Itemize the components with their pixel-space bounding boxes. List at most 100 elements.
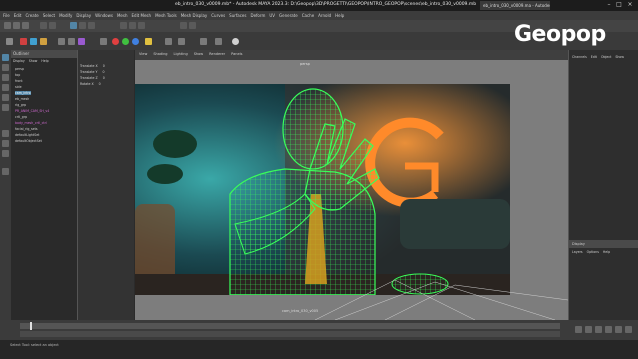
menu-select[interactable]: Select [43, 13, 55, 18]
play-backward-icon[interactable] [595, 326, 602, 333]
menu-cache[interactable]: Cache [302, 13, 314, 18]
menu-uv[interactable]: UV [269, 13, 275, 18]
viewport-menu-view[interactable]: View [139, 52, 147, 56]
channel-box-tab-channels[interactable]: Channels [572, 55, 587, 59]
channel-value[interactable]: 0 [103, 76, 105, 80]
menu-curves[interactable]: Curves [211, 13, 225, 18]
time-slider-track[interactable] [20, 323, 560, 329]
menu-mesh-display[interactable]: Mesh Display [181, 13, 208, 18]
channel-row[interactable]: Rotate X 0 [80, 82, 101, 86]
outliner-item[interactable]: rig_grp [15, 103, 26, 107]
record-icon[interactable] [112, 38, 119, 45]
select-tool-icon[interactable] [2, 54, 9, 61]
outliner-item[interactable]: persp [15, 67, 24, 71]
close-icon[interactable]: × [626, 1, 634, 9]
layers-help-menu[interactable]: Help [603, 250, 610, 254]
channel-box-tab-edit[interactable]: Edit [591, 55, 597, 59]
shelf-tool-icon[interactable] [145, 38, 152, 45]
layers-menu[interactable]: Layers [572, 250, 583, 254]
viewport-menu-lighting[interactable]: Lighting [174, 52, 188, 56]
shelf-tool-icon[interactable] [232, 38, 239, 45]
shelf-tool-icon[interactable] [200, 38, 207, 45]
lasso-tool-icon[interactable] [2, 64, 9, 71]
render-icon[interactable] [180, 22, 187, 29]
menu-edit-mesh[interactable]: Edit Mesh [132, 13, 152, 18]
menu-surfaces[interactable]: Surfaces [229, 13, 246, 18]
time-slider[interactable] [0, 320, 638, 340]
layout-split-icon[interactable] [2, 150, 9, 157]
menu-deform[interactable]: Deform [250, 13, 265, 18]
go-to-start-icon[interactable] [575, 326, 582, 333]
shelf-tool-icon[interactable] [6, 38, 13, 45]
scale-tool-icon[interactable] [2, 104, 9, 111]
outliner-item[interactable]: facial_rig_sets [15, 127, 38, 131]
maximize-icon[interactable]: □ [615, 1, 623, 9]
play-icon[interactable] [122, 38, 129, 45]
outliner-item[interactable]: eb_mesh [15, 97, 29, 101]
viewport-menu-show[interactable]: Show [194, 52, 203, 56]
shelf-tool-icon[interactable] [100, 38, 107, 45]
outliner-menu-display[interactable]: Display [13, 59, 25, 63]
menu-help[interactable]: Help [335, 13, 344, 18]
channel-value[interactable]: 0 [102, 70, 104, 74]
layout-four-icon[interactable] [2, 140, 9, 147]
search-icon[interactable] [2, 168, 9, 175]
viewport-menu-renderer[interactable]: Renderer [209, 52, 225, 56]
menu-create[interactable]: Create [25, 13, 38, 18]
undo-icon[interactable] [40, 22, 47, 29]
select-by-hierarchy-icon[interactable] [70, 22, 77, 29]
shelf-tool-icon[interactable] [58, 38, 65, 45]
outliner-item[interactable]: defaultObjectSet [15, 139, 42, 143]
step-forward-icon[interactable] [615, 326, 622, 333]
step-back-icon[interactable] [585, 326, 592, 333]
outliner-item[interactable]: crtl_grp [15, 115, 27, 119]
layout-single-icon[interactable] [2, 130, 9, 137]
shelf-tool-icon[interactable] [40, 38, 47, 45]
menu-edit[interactable]: Edit [14, 13, 22, 18]
outliner-menu-show[interactable]: Show [29, 59, 38, 63]
second-window-tab[interactable]: eb_intro_030_v0009.ma - Autodesk [480, 1, 550, 10]
play-forward-icon[interactable] [605, 326, 612, 333]
go-to-end-icon[interactable] [625, 326, 632, 333]
channel-value[interactable]: 0 [103, 64, 105, 68]
menu-display[interactable]: Display [76, 13, 91, 18]
new-scene-icon[interactable] [4, 22, 11, 29]
shelf-tool-icon[interactable] [215, 38, 222, 45]
channel-box-tab-object[interactable]: Object [601, 55, 611, 59]
shelf-tool-icon[interactable] [20, 38, 27, 45]
shelf-tool-icon[interactable] [30, 38, 37, 45]
menu-generate[interactable]: Generate [279, 13, 298, 18]
channel-value[interactable]: 0 [99, 82, 101, 86]
menu-mesh-tools[interactable]: Mesh Tools [155, 13, 177, 18]
menu-mesh[interactable]: Mesh [117, 13, 128, 18]
select-by-object-icon[interactable] [79, 22, 86, 29]
layers-options-menu[interactable]: Options [587, 250, 599, 254]
menu-file[interactable]: File [3, 13, 10, 18]
open-scene-icon[interactable] [13, 22, 20, 29]
shelf-tool-icon[interactable] [132, 38, 139, 45]
viewport-menu-shading[interactable]: Shading [153, 52, 167, 56]
menu-arnold[interactable]: Arnold [318, 13, 331, 18]
redo-icon[interactable] [49, 22, 56, 29]
outliner-item[interactable]: top [15, 73, 20, 77]
outliner-item[interactable]: defaultLightSet [15, 133, 39, 137]
outliner-item[interactable]: front [15, 79, 23, 83]
channel-row[interactable]: Translate Z 0 [80, 76, 105, 80]
paint-select-icon[interactable] [2, 74, 9, 81]
snap-grid-icon[interactable] [120, 22, 127, 29]
current-time-marker[interactable] [30, 322, 32, 330]
move-tool-icon[interactable] [2, 84, 9, 91]
select-by-component-icon[interactable] [88, 22, 95, 29]
channel-row[interactable]: Translate X 0 [80, 64, 105, 68]
channel-row[interactable]: Translate Y 0 [80, 70, 104, 74]
save-scene-icon[interactable] [22, 22, 29, 29]
shelf-tool-icon[interactable] [68, 38, 75, 45]
channel-box-tab-show[interactable]: Show [615, 55, 624, 59]
shelf-tool-icon[interactable] [165, 38, 172, 45]
snap-point-icon[interactable] [138, 22, 145, 29]
shelf-tool-icon[interactable] [78, 38, 85, 45]
menu-windows[interactable]: Windows [95, 13, 113, 18]
snap-curve-icon[interactable] [129, 22, 136, 29]
viewport-menu-panels[interactable]: Panels [231, 52, 242, 56]
outliner-item[interactable]: side [15, 85, 22, 89]
